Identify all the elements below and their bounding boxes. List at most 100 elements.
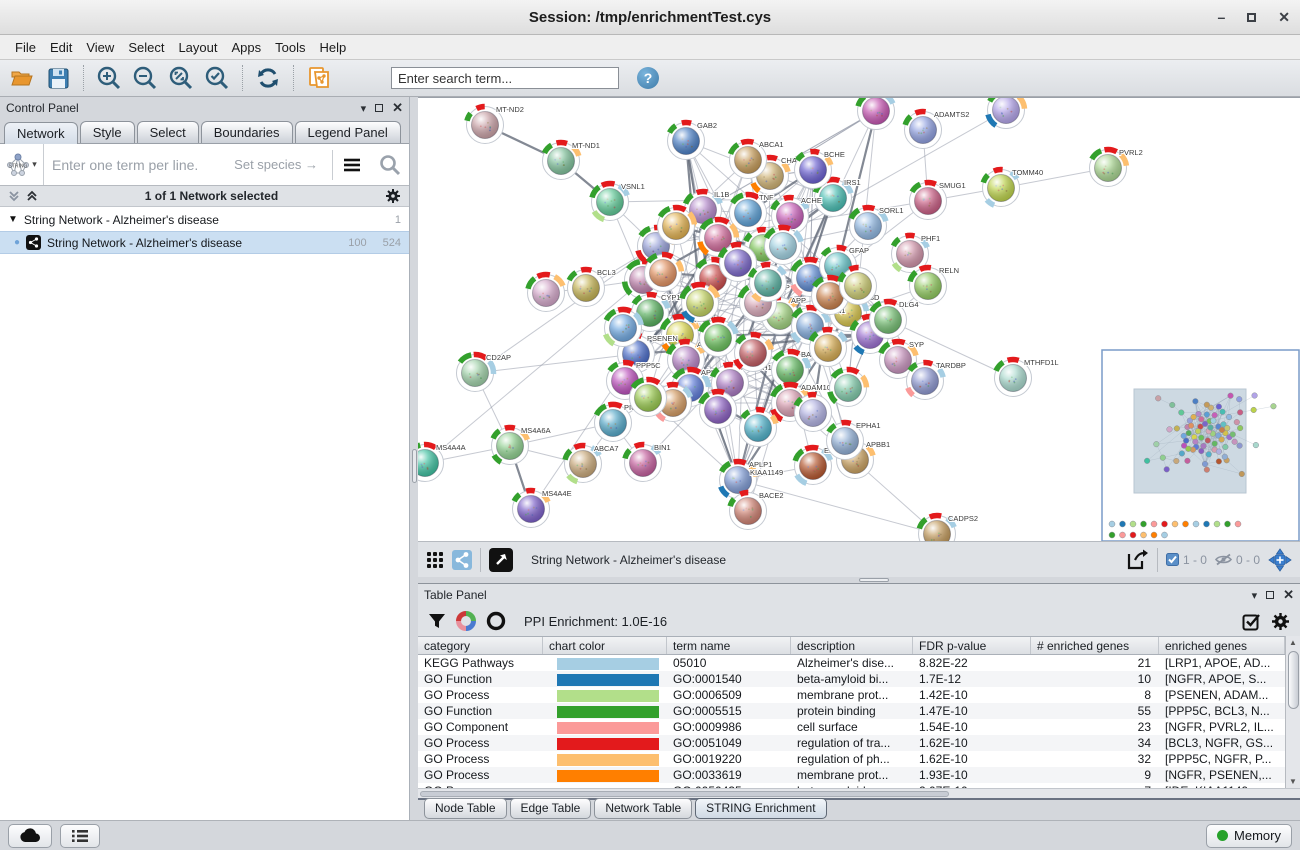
network-from-clipboard-icon[interactable] [303, 63, 335, 93]
column-header-4[interactable]: FDR p-value [913, 637, 1031, 654]
network-row-selected[interactable]: ● String Network - Alzheimer's disease 1… [0, 231, 409, 254]
protein-node-phf1[interactable]: PHF1 [892, 234, 941, 273]
protein-node[interactable] [528, 274, 565, 311]
enrichment-table-header[interactable]: categorychart colorterm namedescriptionF… [418, 636, 1285, 655]
column-header-5[interactable]: # enriched genes [1031, 637, 1159, 654]
network-options-gear-icon[interactable] [385, 188, 401, 204]
string-term-input[interactable] [44, 157, 234, 173]
protein-node-tomm40[interactable]: TOMM40 [983, 168, 1044, 207]
pie-chart-icon[interactable] [456, 611, 476, 631]
menu-item-select[interactable]: Select [121, 37, 171, 58]
network-collection-row[interactable]: ▼ String Network - Alzheimer's disease 1 [0, 208, 409, 231]
scroll-down-arrow[interactable]: ▼ [1289, 775, 1297, 788]
menu-item-apps[interactable]: Apps [225, 37, 269, 58]
menu-item-view[interactable]: View [79, 37, 121, 58]
help-icon[interactable]: ? [637, 67, 659, 89]
settings-gear-icon[interactable] [1271, 612, 1290, 631]
tab-network-table[interactable]: Network Table [594, 798, 692, 819]
protein-node[interactable] [700, 319, 737, 356]
table-splitter[interactable] [418, 577, 1300, 583]
protein-node[interactable] [765, 227, 802, 264]
network-canvas[interactable]: MT-ND2MT-ND1VSNL1GAB2ADAMTS2PVRL2TOMM40S… [418, 97, 1300, 541]
zoom-out-icon[interactable] [129, 63, 161, 93]
column-header-0[interactable]: category [418, 637, 543, 654]
protein-node[interactable] [750, 264, 787, 301]
protein-node[interactable] [605, 309, 642, 346]
protein-node-mt-nd2[interactable]: MT-ND2 [467, 105, 524, 144]
protein-node-ms4a6a[interactable]: MS4A6A [492, 426, 551, 465]
query-options-icon[interactable] [333, 157, 371, 173]
column-header-2[interactable]: term name [667, 637, 791, 654]
task-history-button[interactable] [60, 824, 100, 848]
column-header-6[interactable]: enriched genes [1159, 637, 1285, 654]
set-species-link[interactable]: Set species → [234, 157, 332, 172]
tab-select[interactable]: Select [137, 121, 199, 143]
table-row[interactable]: GO ComponentGO:0009986cell surface1.54E-… [418, 719, 1285, 735]
zoom-fit-icon[interactable] [165, 63, 197, 93]
open-file-icon[interactable] [6, 63, 38, 93]
tree-expander-icon[interactable]: ▼ [8, 214, 18, 225]
tab-string-enrichment[interactable]: STRING Enrichment [695, 798, 826, 819]
protein-node-bace2[interactable]: BACE2 [730, 491, 784, 530]
table-row[interactable]: GO ProcessGO:0051049regulation of tra...… [418, 735, 1285, 751]
float-panel-icon[interactable] [1266, 591, 1274, 599]
table-row[interactable]: GO ProcessGO:0033619membrane prot...1.93… [418, 767, 1285, 783]
table-horizontal-scrollbar[interactable] [418, 788, 1300, 798]
query-search-icon[interactable] [371, 154, 409, 176]
ring-chart-icon[interactable] [486, 611, 506, 631]
filter-icon[interactable] [428, 612, 446, 630]
protein-node-reln[interactable]: RELN [910, 266, 960, 305]
panel-menu-icon[interactable]: ▾ [1252, 589, 1258, 602]
tab-boundaries[interactable]: Boundaries [201, 121, 293, 143]
table-row[interactable]: KEGG Pathways05010Alzheimer's dise...8.8… [418, 655, 1285, 671]
protein-node[interactable] [840, 267, 877, 304]
protein-node-bin1[interactable]: BIN1 [625, 443, 671, 482]
share-view-icon[interactable] [452, 550, 472, 570]
menu-item-tools[interactable]: Tools [268, 37, 312, 58]
protein-node-cd2ap[interactable]: CD2AP [457, 353, 512, 392]
protein-node[interactable] [988, 98, 1025, 129]
menu-item-layout[interactable]: Layout [171, 37, 224, 58]
protein-node-gab2[interactable]: GAB2 [668, 121, 718, 160]
grid-view-icon[interactable] [426, 551, 444, 569]
close-panel-icon[interactable]: ✕ [392, 100, 403, 116]
maximize-button[interactable] [1247, 13, 1256, 22]
float-panel-icon[interactable] [375, 104, 383, 112]
protein-node[interactable] [795, 395, 832, 432]
protein-node[interactable] [682, 285, 719, 322]
menu-item-edit[interactable]: Edit [43, 37, 79, 58]
export-network-icon[interactable] [1125, 548, 1149, 572]
birds-eye-view[interactable] [1102, 350, 1299, 541]
protein-node-mt-nd1[interactable]: MT-ND1 [543, 141, 600, 180]
table-row[interactable]: GO FunctionGO:0005515protein binding1.47… [418, 703, 1285, 719]
table-row[interactable]: GO FunctionGO:0001540beta-amyloid bi...1… [418, 671, 1285, 687]
protein-node[interactable] [740, 409, 777, 446]
protein-node-bcl3[interactable]: BCL3 [568, 268, 616, 307]
expand-all-icon[interactable] [26, 190, 38, 202]
protein-node[interactable] [630, 380, 667, 417]
cloud-tasks-button[interactable] [8, 824, 52, 848]
protein-node-adamts2[interactable]: ADAMTS2 [905, 110, 970, 149]
open-in-string-icon[interactable] [489, 548, 513, 572]
protein-node-mthfd1l[interactable]: MTHFD1L [995, 358, 1059, 397]
protein-node-cadps2[interactable]: CADPS2 [919, 514, 979, 541]
protein-node[interactable] [830, 369, 867, 406]
menu-item-help[interactable]: Help [313, 37, 354, 58]
string-logo-icon[interactable]: STRING ▾ [0, 144, 44, 185]
column-header-1[interactable]: chart color [543, 637, 667, 654]
zoom-in-icon[interactable] [93, 63, 125, 93]
tab-node-table[interactable]: Node Table [424, 798, 507, 819]
panel-splitter[interactable] [410, 97, 418, 820]
protein-node[interactable] [810, 330, 847, 367]
column-header-3[interactable]: description [791, 637, 913, 654]
protein-node[interactable] [658, 207, 695, 244]
protein-node[interactable] [700, 392, 737, 429]
table-vertical-scrollbar[interactable]: ▲ ▼ [1285, 636, 1300, 788]
protein-node-abca7[interactable]: ABCA7 [565, 444, 619, 483]
tab-network[interactable]: Network [4, 122, 78, 144]
scroll-thumb[interactable] [1288, 651, 1299, 709]
tab-style[interactable]: Style [80, 121, 135, 143]
minimize-button[interactable]: – [1217, 10, 1225, 24]
close-panel-icon[interactable]: ✕ [1283, 587, 1294, 603]
navigator-compass-icon[interactable] [1268, 548, 1292, 572]
